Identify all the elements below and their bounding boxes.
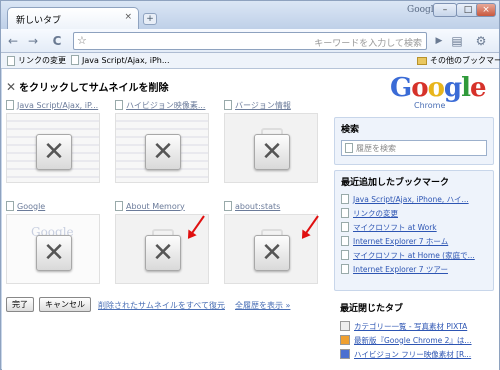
remove-thumbnail-icon[interactable]: ✕ — [145, 134, 181, 170]
done-button[interactable]: 完了 — [6, 297, 34, 312]
page-icon — [341, 194, 349, 204]
history-search-input[interactable]: 履歴を検索 — [341, 140, 487, 156]
recently-closed-item[interactable]: カテゴリー一覧 - 写真素材 PIXTA — [340, 319, 490, 333]
remove-thumbnail-icon[interactable]: ✕ — [254, 235, 290, 271]
remove-thumbnail-icon[interactable]: ✕ — [36, 235, 72, 271]
page-icon — [71, 55, 79, 65]
thumbnail-title[interactable]: Java Script/Ajax, iP... — [17, 101, 98, 110]
thumbnail-title[interactable]: Google — [17, 202, 45, 211]
page-icon — [115, 100, 123, 110]
recently-closed-item[interactable]: ハイビジョン フリー映像素材 [R... — [340, 347, 490, 361]
tab-close-icon[interactable]: × — [124, 12, 132, 22]
remove-thumbnail-icon[interactable]: ✕ — [145, 235, 181, 271]
other-bookmarks[interactable]: その他のブックマーク — [417, 55, 500, 66]
page-icon — [341, 250, 349, 260]
close-window-button[interactable]: × — [476, 3, 496, 17]
search-panel-title: 検索 — [341, 125, 360, 135]
star-icon[interactable]: ☆ — [77, 34, 87, 47]
reload-icon[interactable]: C — [49, 33, 65, 49]
back-arrow-icon[interactable]: ← — [5, 33, 21, 49]
recent-bookmark-item[interactable]: マイクロソフト at Work — [341, 220, 491, 234]
recently-closed-item[interactable]: 最新版『Google Chrome 2』は... — [340, 333, 490, 347]
show-full-history-link[interactable]: 全履歴を表示 » — [235, 300, 290, 311]
thumbnail-title[interactable]: ハイビジョン映像素... — [126, 100, 205, 111]
close-icon: ✕ — [6, 79, 17, 94]
tab-title: 新しいタブ — [16, 16, 62, 26]
thumbnail[interactable]: Java Script/Ajax, iP... ✕ — [6, 99, 100, 183]
page-icon — [6, 100, 14, 110]
forward-arrow-icon[interactable]: → — [25, 33, 41, 49]
omnibox[interactable]: ☆ キーワードを入力して検索 — [73, 32, 427, 50]
site-favicon-icon — [340, 349, 350, 359]
google-chrome-logo: Google — [390, 73, 487, 103]
new-tab-button[interactable]: + — [143, 13, 157, 25]
thumbnail-title[interactable]: about:stats — [235, 202, 280, 211]
page-icon — [7, 55, 15, 66]
tab-new-tab[interactable]: 新しいタブ × — [7, 7, 139, 29]
tab-strip: 新しいタブ × + Google – □ × — [1, 1, 499, 29]
thumbnail[interactable]: about:stats ✕ — [224, 200, 318, 284]
browser-window: 新しいタブ × + Google – □ × ← → C ☆ キーワードを入力し… — [0, 0, 500, 370]
recent-bookmarks-panel: 最近追加したブックマーク Java Script/Ajax, iPhone, ハ… — [334, 170, 494, 291]
remove-thumbnail-icon[interactable]: ✕ — [254, 134, 290, 170]
restore-all-thumbnails-link[interactable]: 削除されたサムネイルをすべて復元 — [98, 300, 225, 311]
bookmark-item[interactable]: Java Script/Ajax, iPh... — [71, 55, 170, 65]
thumbnail-edit-header: ✕ をクリックしてサムネイルを削除 — [6, 79, 169, 95]
page-icon — [341, 236, 349, 246]
page-icon — [341, 264, 349, 274]
bookmarks-bar: リンクの変更 Java Script/Ajax, iPh... その他のブックマ… — [1, 53, 500, 69]
search-panel: 検索 履歴を検索 — [334, 117, 494, 165]
thumbnail[interactable]: About Memory ✕ — [115, 200, 209, 284]
new-tab-page: ✕ をクリックしてサムネイルを削除 Java Script/Ajax, iP..… — [2, 69, 499, 370]
page-icon — [341, 208, 349, 218]
thumbnail-title[interactable]: バージョン情報 — [235, 100, 291, 111]
recent-bookmark-item[interactable]: マイクロソフト at Home (家庭で... — [341, 248, 491, 262]
page-icon — [341, 222, 349, 232]
toolbar: ← → C ☆ キーワードを入力して検索 ▶ ▤ ⚙ — [1, 29, 499, 53]
page-icon — [224, 201, 232, 211]
omnibox-placeholder: キーワードを入力して検索 — [314, 39, 422, 49]
page-icon — [345, 143, 353, 153]
thumbnail[interactable]: Google Google ✕ — [6, 200, 100, 284]
thumbnail[interactable]: バージョン情報 ✕ — [224, 99, 318, 183]
page-icon — [224, 100, 232, 110]
recent-bookmark-item[interactable]: リンクの変更 — [341, 206, 491, 220]
chrome-logo-subtitle: Chrome — [414, 101, 446, 110]
remove-thumbnail-icon[interactable]: ✕ — [36, 134, 72, 170]
recent-bookmarks-title: 最近追加したブックマーク — [341, 178, 450, 188]
page-menu-icon[interactable]: ▤ — [449, 33, 465, 49]
recent-bookmark-item[interactable]: Internet Explorer 7 ホーム — [341, 234, 491, 248]
pixta-favicon-icon — [340, 321, 350, 331]
thumbnail[interactable]: ハイビジョン映像素... ✕ — [115, 99, 209, 183]
minimize-button[interactable]: – — [433, 3, 457, 17]
go-arrow-icon[interactable]: ▶ — [431, 33, 447, 49]
page-icon — [115, 201, 123, 211]
wrench-icon[interactable]: ⚙ — [473, 33, 489, 49]
bookmark-item[interactable]: リンクの変更 — [7, 55, 66, 66]
recently-closed-title: 最近閉じたタブ — [340, 304, 404, 314]
cancel-button[interactable]: キャンセル — [39, 297, 91, 312]
folder-icon — [417, 56, 427, 65]
recent-bookmark-item[interactable]: Internet Explorer 7 ツアー — [341, 262, 491, 276]
recently-closed-section: 最近閉じたタブ カテゴリー一覧 - 写真素材 PIXTA 最新版『Google … — [340, 301, 498, 361]
google-favicon-icon — [6, 201, 14, 211]
thumbnail-title[interactable]: About Memory — [126, 202, 185, 211]
rss-favicon-icon — [340, 335, 350, 345]
recent-bookmark-item[interactable]: Java Script/Ajax, iPhone, ハイ... — [341, 192, 491, 206]
edit-instruction: をクリックしてサムネイルを削除 — [19, 83, 169, 94]
